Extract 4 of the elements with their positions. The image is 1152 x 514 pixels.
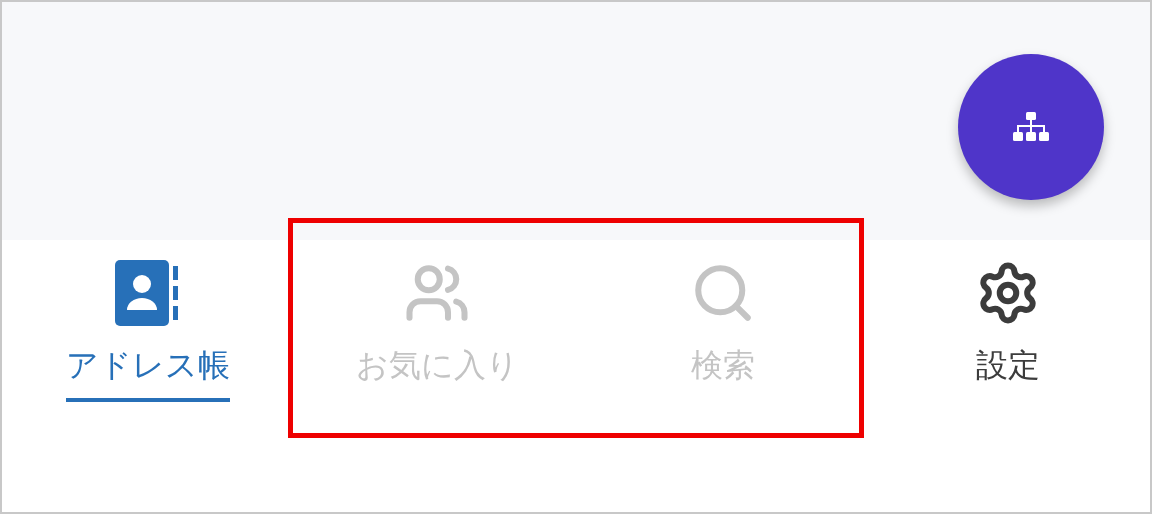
nav-tab[interactable]: アドレス帳 (2, 240, 294, 440)
hierarchy-icon (1013, 112, 1049, 142)
nav-tab[interactable]: 設定 (866, 240, 1150, 440)
org-chart-button[interactable] (958, 54, 1104, 200)
